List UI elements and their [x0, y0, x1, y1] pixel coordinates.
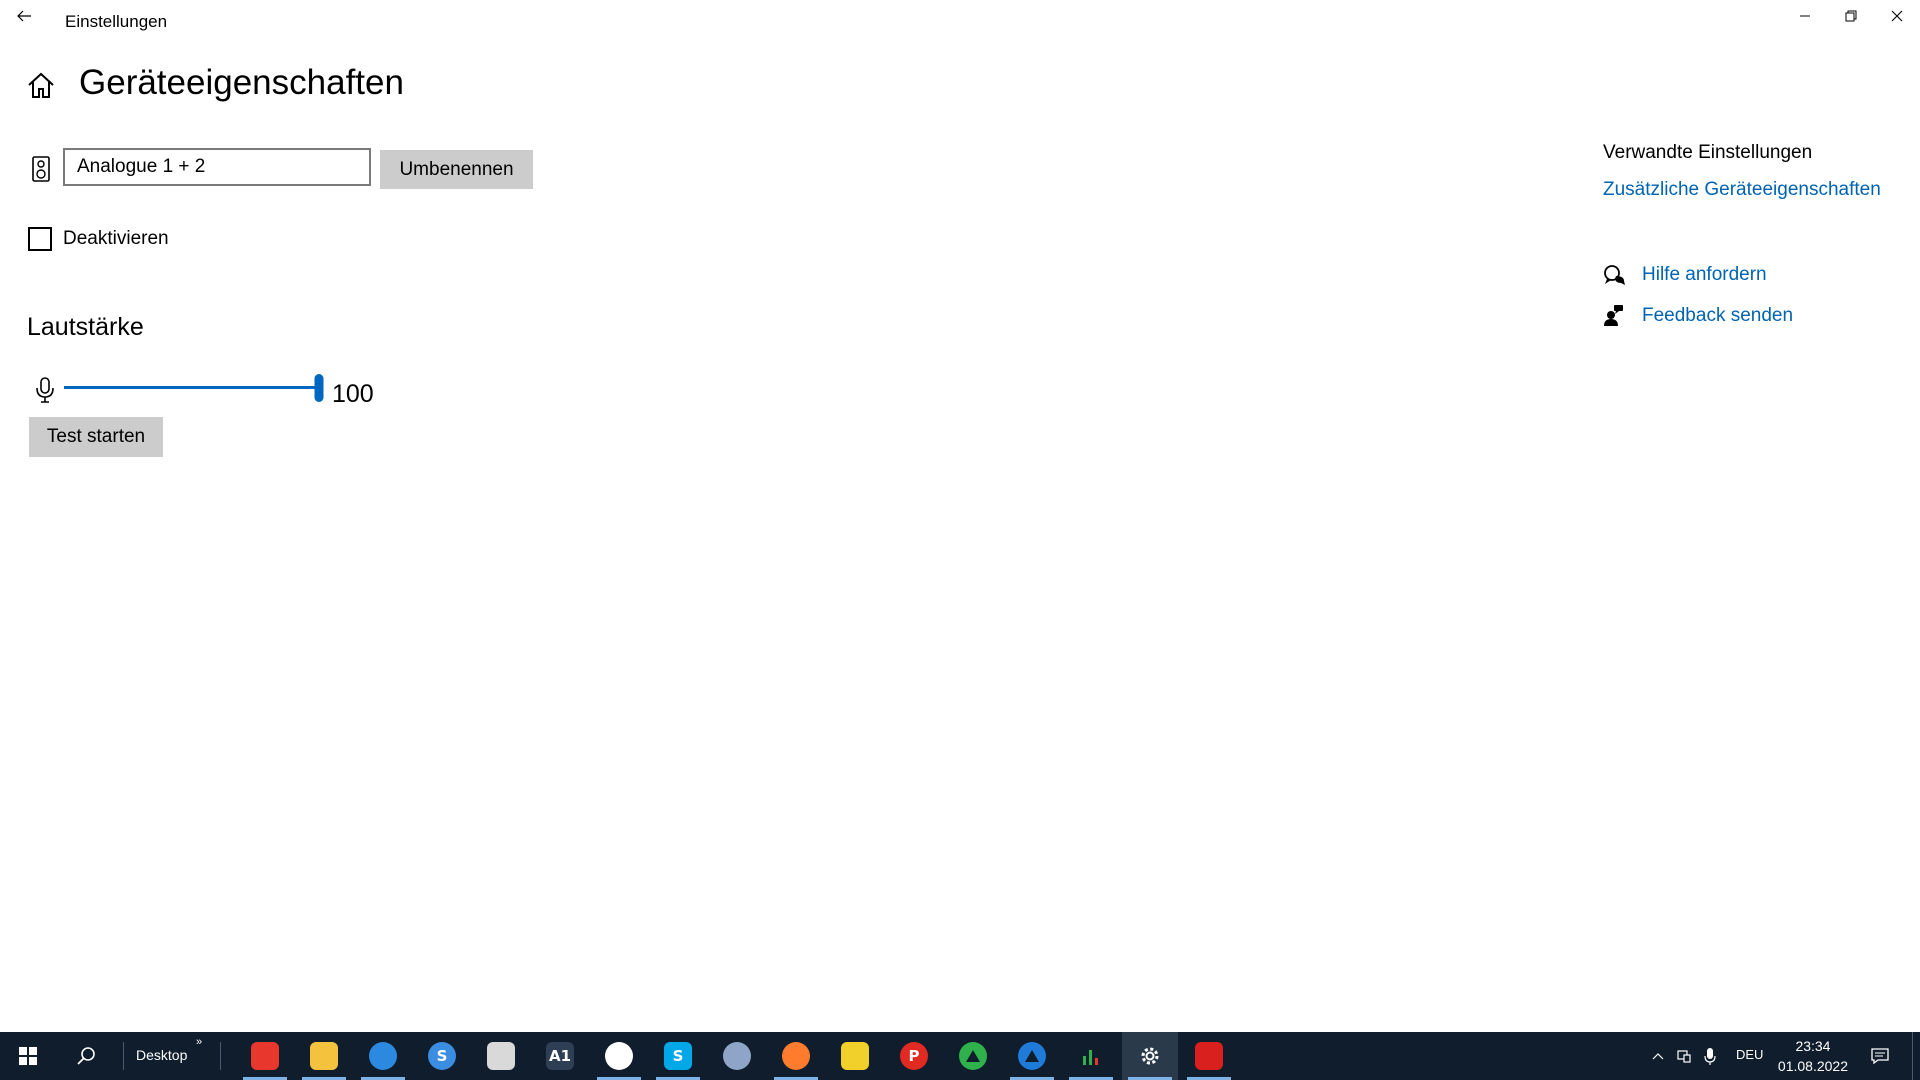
firefox-taskbar-button[interactable]	[768, 1032, 824, 1080]
firefox-icon	[782, 1042, 810, 1070]
action-center-button[interactable]	[1864, 1032, 1896, 1080]
blue-triangle-taskbar-button[interactable]	[1004, 1032, 1060, 1080]
microphone-icon	[36, 377, 54, 403]
circle-slash-app-icon	[605, 1042, 633, 1070]
input-language[interactable]: DEU	[1736, 1047, 1763, 1062]
skype-icon: S	[664, 1042, 692, 1070]
back-button[interactable]	[8, 0, 40, 32]
chevron-up-icon	[1652, 1053, 1664, 1060]
disable-checkbox[interactable]	[28, 227, 52, 251]
minimize-button[interactable]	[1782, 0, 1828, 32]
show-hidden-icons-button[interactable]	[1646, 1032, 1670, 1080]
skype-taskbar-button[interactable]: S	[650, 1032, 706, 1080]
a1-app-taskbar-button[interactable]: A1	[532, 1032, 588, 1080]
taskbar-separator	[220, 1042, 221, 1070]
red-tool-taskbar-button[interactable]: P	[886, 1032, 942, 1080]
simplenote-taskbar-button[interactable]: S	[414, 1032, 470, 1080]
red-flower-icon	[1195, 1042, 1223, 1070]
test-start-button[interactable]: Test starten	[29, 417, 163, 457]
volume-heading: Lautstärke	[27, 313, 144, 341]
restore-button[interactable]	[1828, 0, 1874, 32]
clock-time: 23:34	[1795, 1038, 1831, 1054]
slider-thumb[interactable]	[314, 374, 324, 402]
piano-app-icon	[487, 1042, 515, 1070]
notification-icon	[1871, 1048, 1889, 1064]
minimize-icon	[1800, 15, 1810, 17]
network-tray-button[interactable]	[1672, 1032, 1696, 1080]
windows-start-icon	[19, 1047, 37, 1065]
green-triangle-icon	[959, 1042, 987, 1070]
a1-app-icon: A1	[546, 1042, 574, 1070]
swift-browser-taskbar-button[interactable]	[355, 1032, 411, 1080]
close-button[interactable]	[1874, 0, 1920, 32]
settings-gear-taskbar-button[interactable]	[1122, 1032, 1178, 1080]
bar-graph-taskbar-button[interactable]	[1063, 1032, 1119, 1080]
microphone-tray-icon	[1704, 1048, 1716, 1065]
search-button[interactable]	[58, 1032, 114, 1080]
file-explorer-taskbar-button[interactable]	[296, 1032, 352, 1080]
feather-app-icon	[841, 1042, 869, 1070]
feedback-person-icon	[1604, 305, 1623, 326]
home-icon[interactable]	[25, 70, 57, 102]
additional-device-properties-link[interactable]: Zusätzliche Geräteeigenschaften	[1603, 179, 1881, 201]
disable-label[interactable]: Deaktivieren	[63, 228, 169, 250]
file-explorer-icon	[310, 1042, 338, 1070]
restore-icon	[1845, 10, 1857, 22]
send-feedback-link[interactable]: Feedback senden	[1642, 305, 1793, 327]
slider-fill	[64, 386, 319, 389]
speaker-icon	[32, 156, 50, 182]
eye-app-icon	[723, 1042, 751, 1070]
rename-button[interactable]: Umbenennen	[380, 150, 533, 189]
swift-browser-icon	[369, 1042, 397, 1070]
window-title: Einstellungen	[65, 12, 168, 31]
circle-slash-app-taskbar-button[interactable]	[591, 1032, 647, 1080]
start-button[interactable]	[0, 1032, 56, 1080]
red-flower-taskbar-button[interactable]	[1181, 1032, 1237, 1080]
clock[interactable]: 23:34 01.08.2022	[1778, 1036, 1848, 1076]
back-arrow-icon	[17, 10, 31, 22]
device-name-input[interactable]	[63, 148, 371, 186]
help-chat-icon	[1604, 265, 1625, 285]
desktop-toolbar[interactable]: Desktop	[136, 1047, 187, 1063]
volume-slider[interactable]	[64, 374, 324, 404]
brave-icon	[251, 1042, 279, 1070]
close-icon	[1891, 10, 1903, 22]
network-icon	[1677, 1050, 1691, 1063]
eye-app-taskbar-button[interactable]	[709, 1032, 765, 1080]
microphone-tray-button[interactable]	[1698, 1032, 1722, 1080]
title-bar: Einstellungen	[0, 0, 1920, 44]
settings-gear-icon	[1136, 1042, 1164, 1070]
feather-app-taskbar-button[interactable]	[827, 1032, 883, 1080]
search-icon	[77, 1047, 95, 1065]
get-help-link[interactable]: Hilfe anfordern	[1642, 264, 1767, 286]
page-title: Geräteeigenschaften	[79, 63, 404, 102]
taskbar-separator	[123, 1042, 124, 1070]
brave-taskbar-button[interactable]	[237, 1032, 293, 1080]
simplenote-icon: S	[428, 1042, 456, 1070]
bar-graph-icon	[1077, 1042, 1105, 1070]
red-tool-icon: P	[900, 1042, 928, 1070]
green-triangle-taskbar-button[interactable]	[945, 1032, 1001, 1080]
volume-value: 100	[332, 380, 374, 408]
blue-triangle-icon	[1018, 1042, 1046, 1070]
clock-date: 01.08.2022	[1777, 1058, 1848, 1074]
taskbar: Desktop » S A1 S P DEU 23:34 01.08.2022	[0, 1032, 1920, 1080]
show-desktop-button[interactable]	[1912, 1032, 1913, 1080]
toolbar-expand-icon[interactable]: »	[196, 1036, 202, 1048]
related-settings-heading: Verwandte Einstellungen	[1603, 142, 1813, 163]
piano-app-taskbar-button[interactable]	[473, 1032, 529, 1080]
